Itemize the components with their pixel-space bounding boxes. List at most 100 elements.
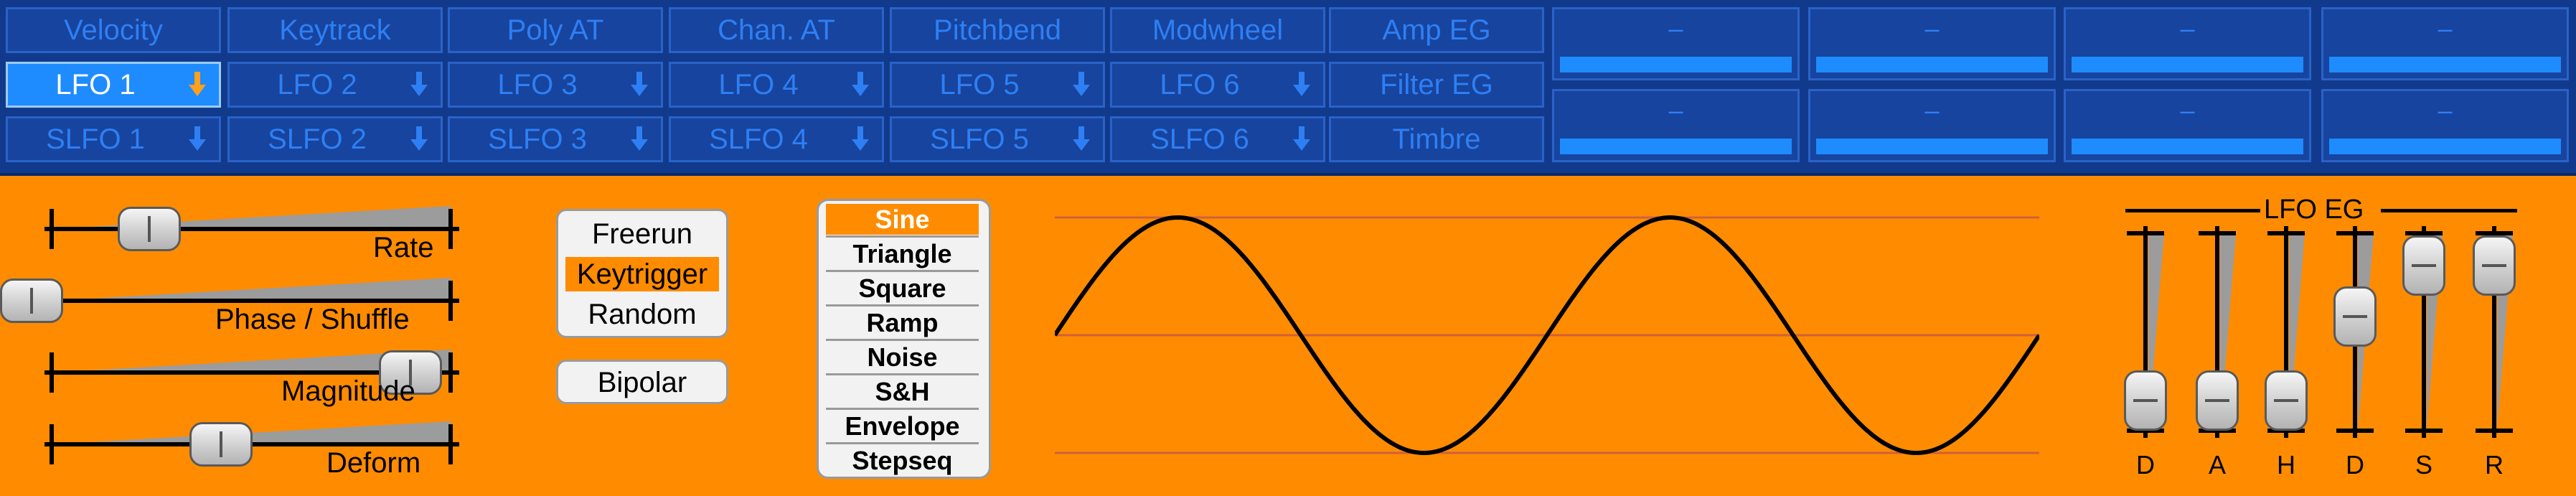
waveform-sine[interactable]: Sine bbox=[826, 204, 979, 235]
mod-source-poly-at[interactable]: Poly AT bbox=[448, 7, 663, 53]
waveform-separator bbox=[826, 408, 979, 410]
eg-fader-knob-s[interactable] bbox=[2402, 235, 2445, 296]
eg-stage-label: H bbox=[2277, 450, 2295, 479]
waveform-square[interactable]: Square bbox=[826, 273, 979, 304]
arrow-down-icon[interactable] bbox=[1071, 125, 1091, 154]
phase-slider-knob[interactable] bbox=[0, 279, 63, 323]
trigger-mode-freerun[interactable]: Freerun bbox=[565, 217, 719, 251]
mod-source-lfo-2[interactable]: LFO 2 bbox=[227, 62, 443, 108]
arrow-down-icon[interactable] bbox=[409, 70, 429, 99]
eg-fader-knob-a[interactable] bbox=[2196, 370, 2239, 431]
controller-level-bar bbox=[2329, 57, 2561, 72]
controller-slot[interactable]: – bbox=[2321, 89, 2569, 162]
eg-fader-knob-d[interactable] bbox=[2333, 286, 2377, 347]
mod-source-lfo-3[interactable]: LFO 3 bbox=[448, 62, 663, 108]
eg-fader-end-tick bbox=[2199, 231, 2236, 235]
mod-source-chan-at[interactable]: Chan. AT bbox=[669, 7, 884, 53]
phase-slider-ramp-fill bbox=[52, 278, 451, 301]
mod-source-slfo-3[interactable]: SLFO 3 bbox=[448, 116, 663, 162]
deform-slider-knob[interactable] bbox=[189, 422, 253, 467]
mod-source-label: Pitchbend bbox=[934, 14, 1061, 46]
waveform-separator bbox=[826, 442, 979, 444]
controller-slot[interactable]: – bbox=[1552, 89, 1800, 162]
mod-source-label: Timbre bbox=[1392, 123, 1481, 155]
mod-source-timbre[interactable]: Timbre bbox=[1329, 116, 1544, 162]
controller-slot[interactable]: – bbox=[2321, 7, 2569, 80]
arrow-down-icon[interactable] bbox=[629, 125, 649, 154]
controller-level-bar bbox=[1560, 57, 1792, 72]
eg-fader-end-tick bbox=[2476, 429, 2513, 433]
trigger-mode-random[interactable]: Random bbox=[565, 297, 719, 332]
waveform-separator bbox=[826, 270, 979, 272]
mod-source-label: SLFO 1 bbox=[46, 123, 145, 155]
mod-source-label: LFO 5 bbox=[939, 68, 1020, 100]
lfo-waveform-preview bbox=[1055, 215, 2039, 456]
mod-source-label: Modwheel bbox=[1152, 14, 1284, 46]
eg-fader-end-tick bbox=[2267, 231, 2305, 235]
controller-level-bar bbox=[1816, 57, 2048, 72]
phase-slider-track[interactable] bbox=[44, 299, 459, 303]
trigger-mode-keytrigger[interactable]: Keytrigger bbox=[565, 257, 719, 291]
controller-slot[interactable]: – bbox=[2064, 89, 2311, 162]
rate-slider-track[interactable] bbox=[44, 227, 459, 231]
arrow-down-icon[interactable] bbox=[850, 125, 870, 154]
mod-source-label: SLFO 3 bbox=[488, 123, 587, 155]
controller-label: – bbox=[1668, 14, 1683, 43]
mod-source-lfo-6[interactable]: LFO 6 bbox=[1110, 62, 1325, 108]
arrow-down-icon[interactable] bbox=[1071, 70, 1091, 99]
bipolar-button-label: Bipolar bbox=[597, 367, 687, 398]
controller-level-bar bbox=[1816, 139, 2048, 154]
rate-slider-end-tick bbox=[448, 209, 453, 249]
lfo-eg-title: LFO EG bbox=[2264, 195, 2364, 225]
eg-fader-end-tick bbox=[2127, 231, 2164, 235]
waveform-stepseq[interactable]: Stepseq bbox=[826, 445, 979, 476]
phase-slider-label: Phase / Shuffle bbox=[215, 304, 410, 335]
mod-source-label: LFO 1 bbox=[55, 68, 136, 100]
controller-level-bar bbox=[1560, 139, 1792, 154]
waveform-triangle[interactable]: Triangle bbox=[826, 238, 979, 269]
controller-slot[interactable]: – bbox=[1808, 7, 2056, 80]
arrow-down-icon[interactable] bbox=[629, 70, 649, 99]
mod-source-slfo-4[interactable]: SLFO 4 bbox=[669, 116, 884, 162]
mod-source-label: SLFO 2 bbox=[268, 123, 367, 155]
mod-source-slfo-2[interactable]: SLFO 2 bbox=[227, 116, 443, 162]
mod-source-pitchbend[interactable]: Pitchbend bbox=[890, 7, 1105, 53]
mod-source-filter-eg[interactable]: Filter EG bbox=[1329, 62, 1544, 108]
waveform-envelope[interactable]: Envelope bbox=[826, 411, 979, 441]
mod-source-amp-eg[interactable]: Amp EG bbox=[1329, 7, 1544, 53]
controller-slot[interactable]: – bbox=[1552, 7, 1800, 80]
mod-source-velocity[interactable]: Velocity bbox=[6, 7, 221, 53]
mod-source-label: SLFO 4 bbox=[709, 123, 808, 155]
waveform-s-h[interactable]: S&H bbox=[826, 376, 979, 407]
waveform-ramp[interactable]: Ramp bbox=[826, 307, 979, 338]
modulation-source-bar: Velocity Keytrack Poly AT Chan. AT Pitchbend… bbox=[0, 0, 2576, 176]
mod-source-keytrack[interactable]: Keytrack bbox=[227, 7, 443, 53]
controller-slot[interactable]: – bbox=[1808, 89, 2056, 162]
arrow-down-icon[interactable] bbox=[1292, 125, 1312, 154]
rate-slider-ramp-fill bbox=[52, 206, 451, 229]
eg-fader-knob-r[interactable] bbox=[2473, 235, 2516, 296]
bipolar-button[interactable]: Bipolar bbox=[556, 360, 728, 404]
eg-fader-knob-h[interactable] bbox=[2265, 370, 2308, 431]
controller-label: – bbox=[1924, 14, 1940, 43]
waveform-noise[interactable]: Noise bbox=[826, 342, 979, 373]
arrow-down-icon[interactable] bbox=[187, 70, 207, 99]
rate-slider-ramp bbox=[52, 206, 451, 229]
arrow-down-icon[interactable] bbox=[1292, 70, 1312, 99]
eg-fader-knob-d[interactable] bbox=[2124, 370, 2167, 431]
mod-source-slfo-5[interactable]: SLFO 5 bbox=[890, 116, 1105, 162]
arrow-down-icon[interactable] bbox=[187, 125, 207, 154]
mod-source-lfo-4[interactable]: LFO 4 bbox=[669, 62, 884, 108]
mod-source-lfo-1[interactable]: LFO 1 bbox=[6, 62, 221, 108]
arrow-down-icon[interactable] bbox=[850, 70, 870, 99]
mod-source-slfo-1[interactable]: SLFO 1 bbox=[6, 116, 221, 162]
mod-source-modwheel[interactable]: Modwheel bbox=[1110, 7, 1325, 53]
mod-source-slfo-6[interactable]: SLFO 6 bbox=[1110, 116, 1325, 162]
mod-source-label: Amp EG bbox=[1382, 14, 1491, 46]
rate-slider-knob[interactable] bbox=[117, 207, 181, 251]
eg-stage-label: A bbox=[2208, 450, 2226, 479]
magnitude-slider-end-tick bbox=[50, 352, 54, 393]
mod-source-lfo-5[interactable]: LFO 5 bbox=[890, 62, 1105, 108]
arrow-down-icon[interactable] bbox=[409, 125, 429, 154]
controller-slot[interactable]: – bbox=[2064, 7, 2311, 80]
